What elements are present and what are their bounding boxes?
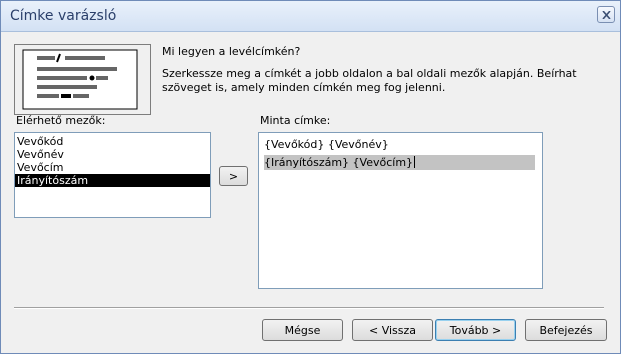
sample-line-2[interactable]: {Irányítószám} {Vevőcím} [264, 155, 535, 170]
sample-label-editor[interactable]: {Vevőkód} {Vevőnév} {Irányítószám} {Vevő… [258, 132, 543, 289]
next-button[interactable]: Tovább > [435, 319, 516, 341]
list-item[interactable]: Vevőcím [15, 161, 210, 174]
label-wizard-window: Címke varázsló Mi legyen a levélcímkén? … [0, 0, 621, 354]
label-illustration [14, 44, 151, 115]
available-fields-label: Elérhető mezők: [16, 114, 106, 127]
add-field-button[interactable]: > [219, 166, 248, 186]
title-bar[interactable]: Címke varázsló [1, 1, 620, 32]
list-item[interactable]: Vevőnév [15, 148, 210, 161]
finish-button[interactable]: Befejezés [525, 319, 607, 341]
list-item[interactable]: Vevőkód [15, 135, 210, 148]
window-title: Címke varázsló [10, 8, 117, 24]
close-button[interactable] [597, 6, 615, 23]
cancel-button[interactable]: Mégse [262, 319, 343, 341]
text-cursor [414, 156, 416, 168]
available-fields-list[interactable]: Vevőkód Vevőnév Vevőcím Irányítószám [14, 132, 211, 218]
list-item-selected[interactable]: Irányítószám [15, 174, 210, 187]
back-button[interactable]: < Vissza [352, 319, 433, 341]
wizard-content: Mi legyen a levélcímkén? Szerkessze meg … [1, 32, 620, 353]
footer-separator [14, 307, 604, 309]
sample-line-2-text: {Irányítószám} {Vevőcím} [264, 156, 414, 169]
sample-line-1[interactable]: {Vevőkód} {Vevőnév} [264, 137, 389, 152]
mailing-label-icon [22, 49, 138, 110]
wizard-instruction: Szerkessze meg a címkét a jobb oldalon a… [162, 67, 577, 94]
sample-label-label: Minta címke: [260, 114, 331, 127]
close-icon [602, 11, 611, 19]
wizard-question: Mi legyen a levélcímkén? [162, 45, 301, 58]
